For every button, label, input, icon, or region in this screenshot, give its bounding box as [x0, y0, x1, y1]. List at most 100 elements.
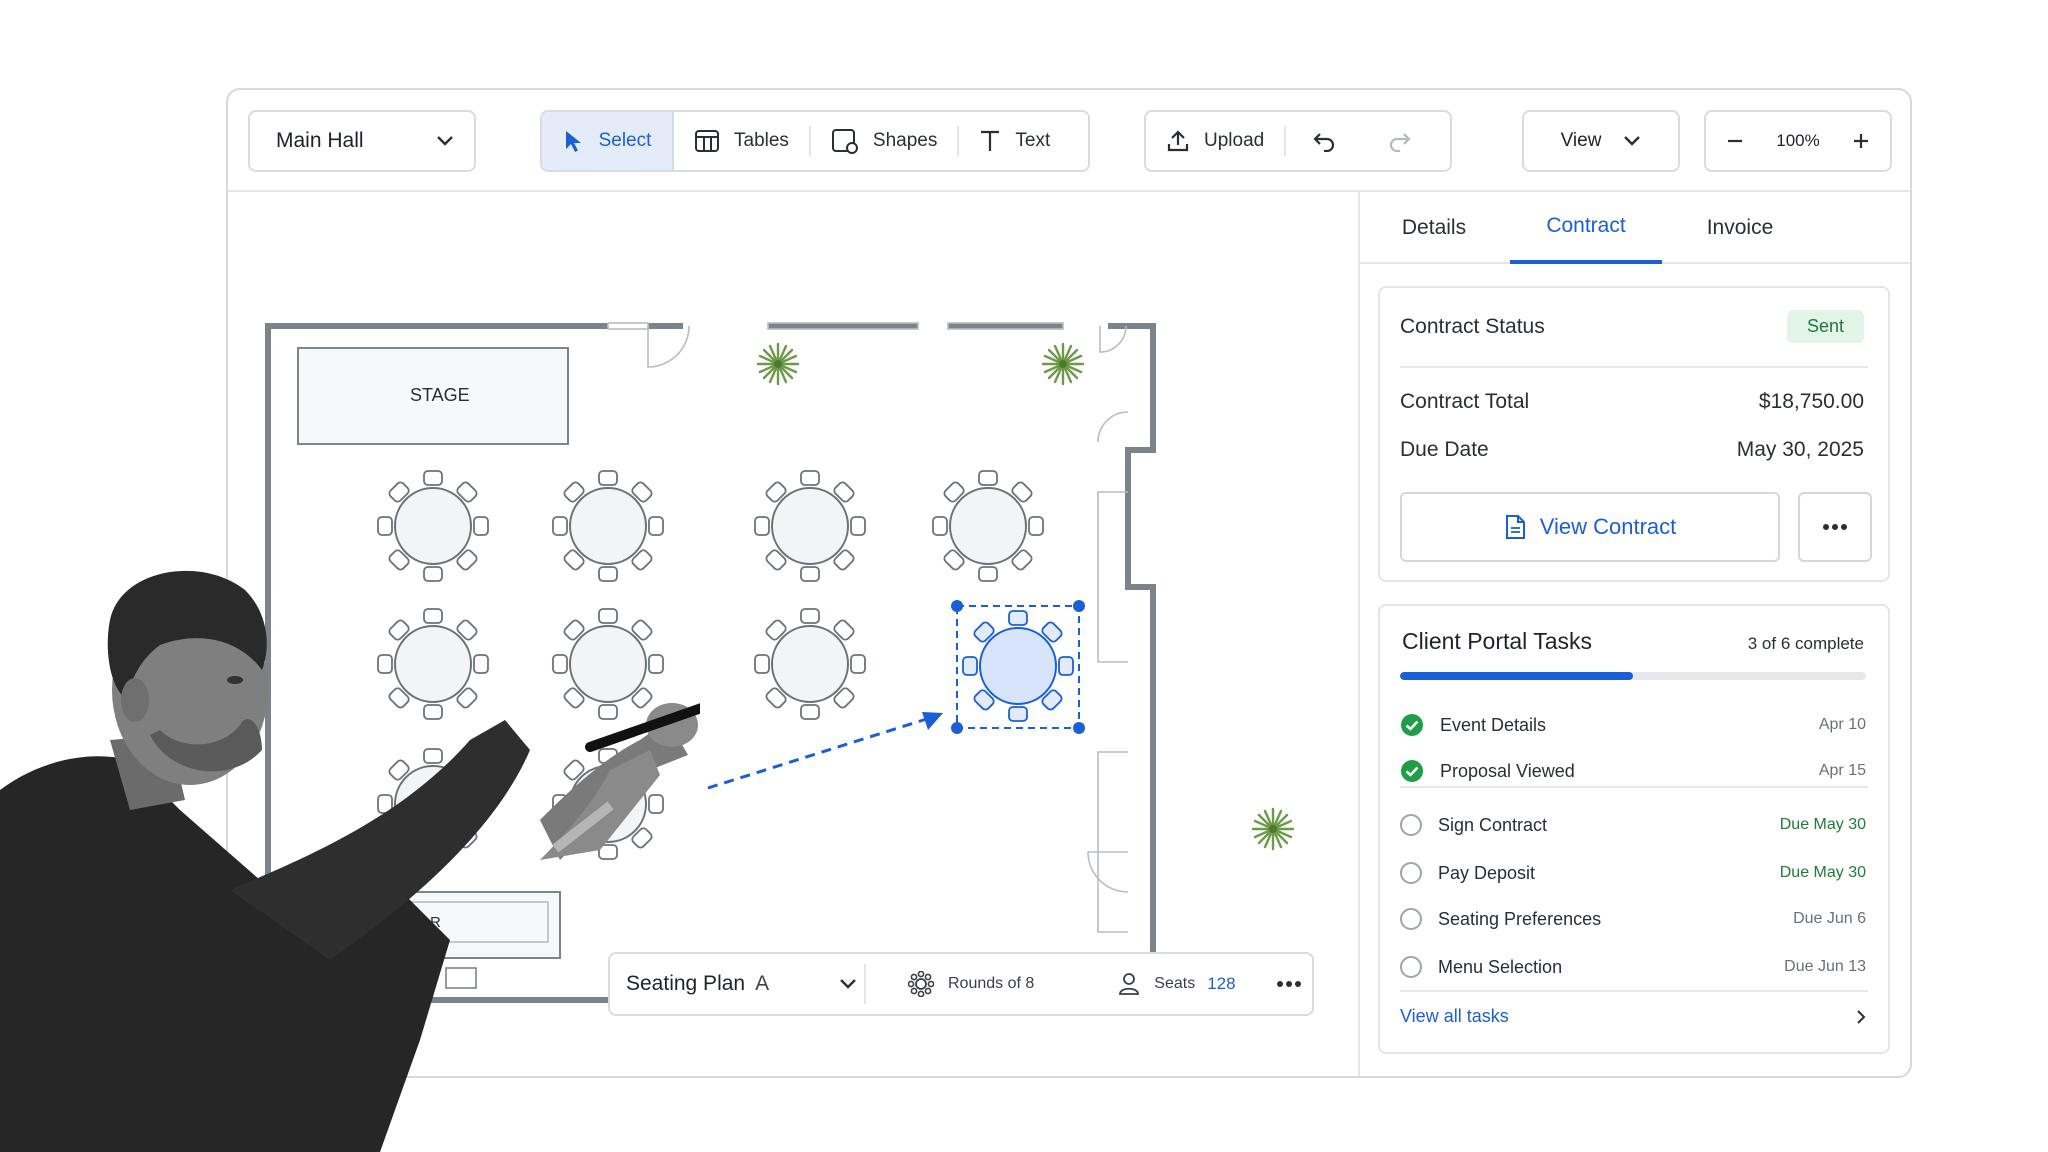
view-all-label: View all tasks — [1400, 1006, 1509, 1026]
check-circle-icon[interactable] — [1400, 713, 1424, 737]
undo-button[interactable] — [1286, 112, 1376, 170]
task-item[interactable]: Sign Contract Due May 30 — [1400, 810, 1866, 840]
text-tool-button[interactable]: Text — [959, 112, 1070, 170]
chevron-down-icon — [437, 136, 453, 146]
tasks-title: Client Portal Tasks — [1402, 628, 1593, 654]
tab-invoice[interactable]: Invoice — [1678, 192, 1802, 264]
contract-status-row: Contract Status Sent — [1400, 310, 1864, 343]
redo-icon — [1390, 133, 1411, 152]
zoom-level: 100% — [1776, 131, 1820, 150]
empty-circle-icon[interactable] — [1400, 908, 1422, 930]
view-menu-button[interactable]: View — [1522, 110, 1680, 172]
tab-details[interactable]: Details — [1374, 192, 1494, 264]
panel-tabs: Details Contract Invoice — [1360, 192, 1910, 264]
task-item[interactable]: Seating Preferences Due Jun 6 — [1400, 904, 1866, 934]
person-icon — [1119, 973, 1140, 995]
seat-count: Seats 128 — [1118, 972, 1236, 996]
upload-label: Upload — [1204, 130, 1265, 151]
zoom-in-icon[interactable] — [1852, 132, 1870, 150]
divider — [1400, 990, 1868, 992]
file-history-group: Upload — [1144, 110, 1452, 172]
table-type[interactable]: Rounds of 8 — [908, 971, 1034, 997]
task-label: Menu Selection — [1438, 956, 1563, 977]
redo-button[interactable] — [1376, 112, 1438, 170]
view-contract-label: View Contract — [1539, 514, 1677, 539]
seats-label: Seats — [1154, 975, 1196, 992]
tables-tool-button[interactable]: Tables — [674, 112, 809, 170]
contract-total-row: Contract Total $18,750.00 — [1400, 390, 1864, 414]
view-label: View — [1560, 130, 1602, 151]
contract-total-label: Contract Total — [1400, 390, 1530, 413]
task-item[interactable]: Event Details Apr 10 — [1400, 710, 1866, 740]
hall-select[interactable]: Main Hall — [248, 110, 476, 172]
task-date: Due Jun 6 — [1793, 910, 1866, 927]
task-date: Apr 15 — [1818, 762, 1866, 779]
contract-more-button[interactable] — [1798, 492, 1872, 562]
upload-button[interactable]: Upload — [1146, 112, 1284, 170]
contract-total-value: $18,750.00 — [1758, 390, 1864, 413]
toolbar: Main Hall Select Tables Shapes Text Uplo… — [228, 90, 1910, 192]
selected-round-table — [962, 610, 1074, 722]
undo-icon — [1313, 133, 1335, 152]
tables-tool-label: Tables — [734, 130, 789, 151]
view-contract-button[interactable]: View Contract — [1400, 492, 1780, 562]
document-icon — [1505, 515, 1525, 539]
side-panel: Details Contract Invoice Contract Status… — [1358, 192, 1910, 1076]
move-arrow — [707, 715, 934, 790]
tool-group: Select Tables Shapes Text — [540, 110, 1090, 172]
task-date: Due May 30 — [1779, 816, 1866, 833]
select-tool-button[interactable]: Select — [542, 112, 674, 170]
task-label: Proposal Viewed — [1440, 760, 1575, 781]
round-table — [754, 608, 866, 720]
status-badge: Sent — [1786, 310, 1864, 343]
presenter-photo — [0, 570, 700, 1152]
contract-status-label: Contract Status — [1400, 314, 1545, 338]
text-tool-icon — [981, 130, 1000, 151]
cursor-arrow-icon — [565, 131, 581, 152]
round-table — [754, 470, 866, 582]
plant-icon — [1041, 342, 1085, 386]
view-all-tasks-link[interactable]: View all tasks — [1400, 1006, 1866, 1027]
shapes-tool-label: Shapes — [872, 130, 938, 151]
seating-plan-variant: A — [755, 972, 770, 995]
stage-label: STAGE — [410, 385, 470, 405]
plant-icon — [756, 342, 800, 386]
more-options-icon[interactable] — [1276, 980, 1302, 988]
shapes-icon — [831, 129, 858, 154]
door-north — [647, 325, 690, 368]
seating-plan-bar: Seating Plan A Rounds of 8 Seats 128 — [608, 952, 1314, 1016]
empty-circle-icon[interactable] — [1400, 814, 1422, 836]
table-type-label: Rounds of 8 — [948, 975, 1035, 992]
divider — [1400, 786, 1868, 788]
select-tool-label: Select — [598, 130, 652, 151]
task-label: Event Details — [1440, 714, 1547, 735]
task-item[interactable]: Pay Deposit Due May 30 — [1400, 858, 1866, 888]
task-item[interactable]: Proposal Viewed Apr 15 — [1400, 756, 1866, 786]
task-label: Pay Deposit — [1438, 862, 1536, 883]
divider — [1400, 366, 1868, 368]
zoom-control: 100% — [1704, 110, 1892, 172]
due-date-row: Due Date May 30, 2025 — [1400, 438, 1864, 462]
arrowhead-icon — [922, 712, 943, 730]
task-label: Seating Preferences — [1438, 908, 1602, 929]
tasks-count: 3 of 6 complete — [1747, 634, 1864, 653]
task-date: Apr 10 — [1818, 716, 1866, 733]
upload-icon — [1167, 130, 1189, 152]
chevron-down-icon — [840, 979, 856, 989]
task-date: Due May 30 — [1779, 864, 1866, 881]
contract-card: Contract Status Sent Contract Total $18,… — [1378, 286, 1890, 582]
zoom-out-icon[interactable] — [1726, 132, 1744, 150]
task-label: Sign Contract — [1438, 814, 1548, 835]
round-table-icon — [908, 971, 934, 997]
client-tasks-card: Client Portal Tasks 3 of 6 complete Even… — [1378, 604, 1890, 1054]
empty-circle-icon[interactable] — [1400, 862, 1422, 884]
empty-circle-icon[interactable] — [1400, 956, 1422, 978]
check-circle-icon[interactable] — [1400, 759, 1424, 783]
tasks-progress-fill — [1400, 672, 1633, 680]
text-tool-label: Text — [1015, 130, 1051, 151]
shapes-tool-button[interactable]: Shapes — [811, 112, 957, 170]
seats-count: 128 — [1207, 974, 1236, 993]
due-date-value: May 30, 2025 — [1736, 438, 1864, 461]
task-item[interactable]: Menu Selection Due Jun 13 — [1400, 952, 1866, 982]
tab-contract[interactable]: Contract — [1510, 192, 1662, 264]
